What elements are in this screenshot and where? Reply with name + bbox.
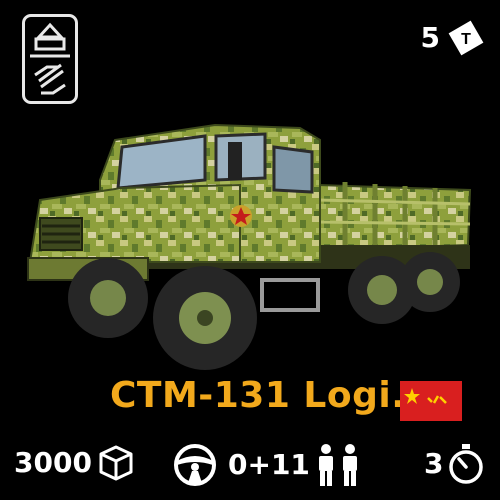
vehicle-class-badge bbox=[22, 14, 78, 104]
tier-badge-icon: T bbox=[448, 20, 484, 56]
cargo-capacity: 3000 bbox=[14, 443, 136, 483]
cargo-value: 3000 bbox=[14, 446, 92, 479]
tier-indicator: 5 T bbox=[421, 16, 486, 60]
driver-seat bbox=[170, 443, 220, 487]
crew-value: 0+11 bbox=[228, 448, 310, 481]
steering-wheel-icon bbox=[174, 444, 216, 486]
tier-value: 5 bbox=[420, 21, 440, 54]
stopwatch-icon bbox=[449, 444, 484, 484]
respawn-time: 3 bbox=[424, 443, 485, 485]
vehicle-card: 5 T CTM-131 Logi. 3000 0+11 3 bbox=[0, 0, 500, 500]
military-truck-illustration bbox=[27, 123, 472, 370]
passengers-icon bbox=[318, 444, 357, 486]
vehicle-name: CTM-131 Logi. bbox=[110, 375, 406, 416]
respawn-value: 3 bbox=[424, 447, 444, 480]
svg-text:T: T bbox=[461, 31, 471, 48]
china-ba-yi-flag bbox=[400, 381, 462, 421]
logistics-truck-icon bbox=[30, 22, 70, 95]
crew-capacity: 0+11 bbox=[228, 443, 362, 487]
cargo-box-icon bbox=[99, 445, 133, 481]
